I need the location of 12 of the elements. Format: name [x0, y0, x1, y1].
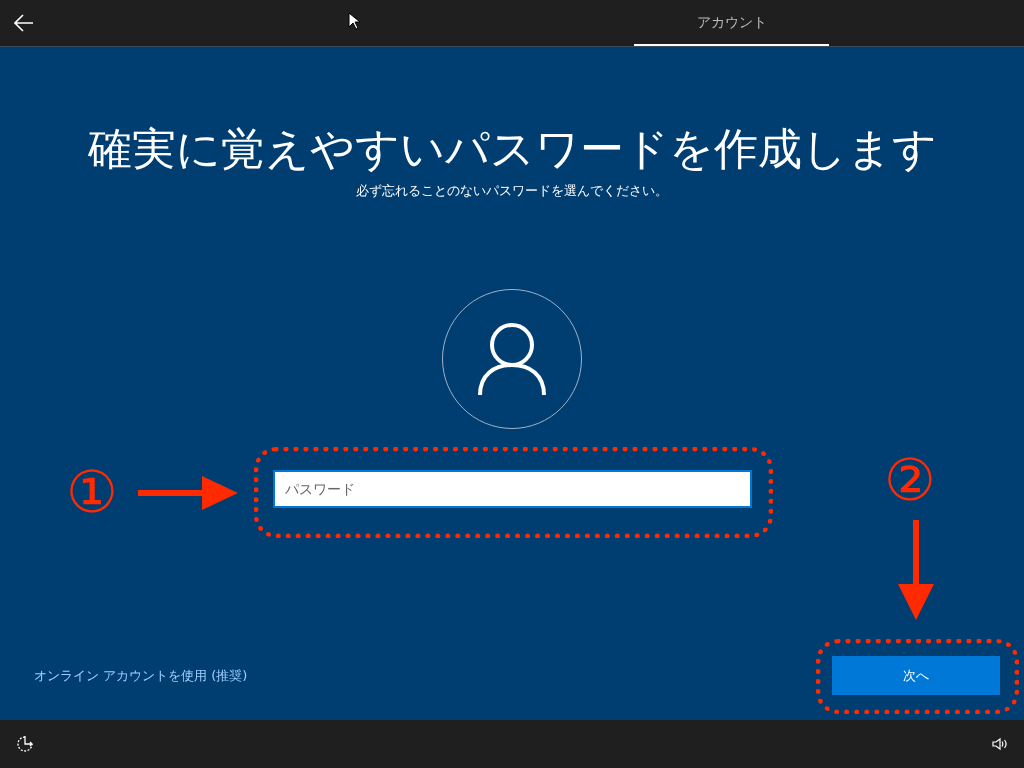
speaker-icon[interactable] — [992, 737, 1008, 751]
mouse-pointer-icon — [348, 12, 360, 30]
back-arrow-icon — [14, 14, 34, 32]
annotation-number: ① — [66, 460, 118, 524]
next-button[interactable]: 次へ — [832, 656, 1000, 695]
accessibility-icon[interactable] — [16, 735, 34, 753]
password-field[interactable]: パスワード — [272, 469, 752, 508]
page-subheading: 必ず忘れることのないパスワードを選んでください。 — [356, 182, 668, 200]
page-heading: 確実に覚えやすいパスワードを作成します — [87, 122, 937, 176]
annotation-number: ② — [884, 448, 936, 512]
account-tab[interactable]: アカウント — [634, 0, 829, 46]
online-account-link[interactable]: オンライン アカウントを使用 (推奨) — [34, 665, 248, 686]
